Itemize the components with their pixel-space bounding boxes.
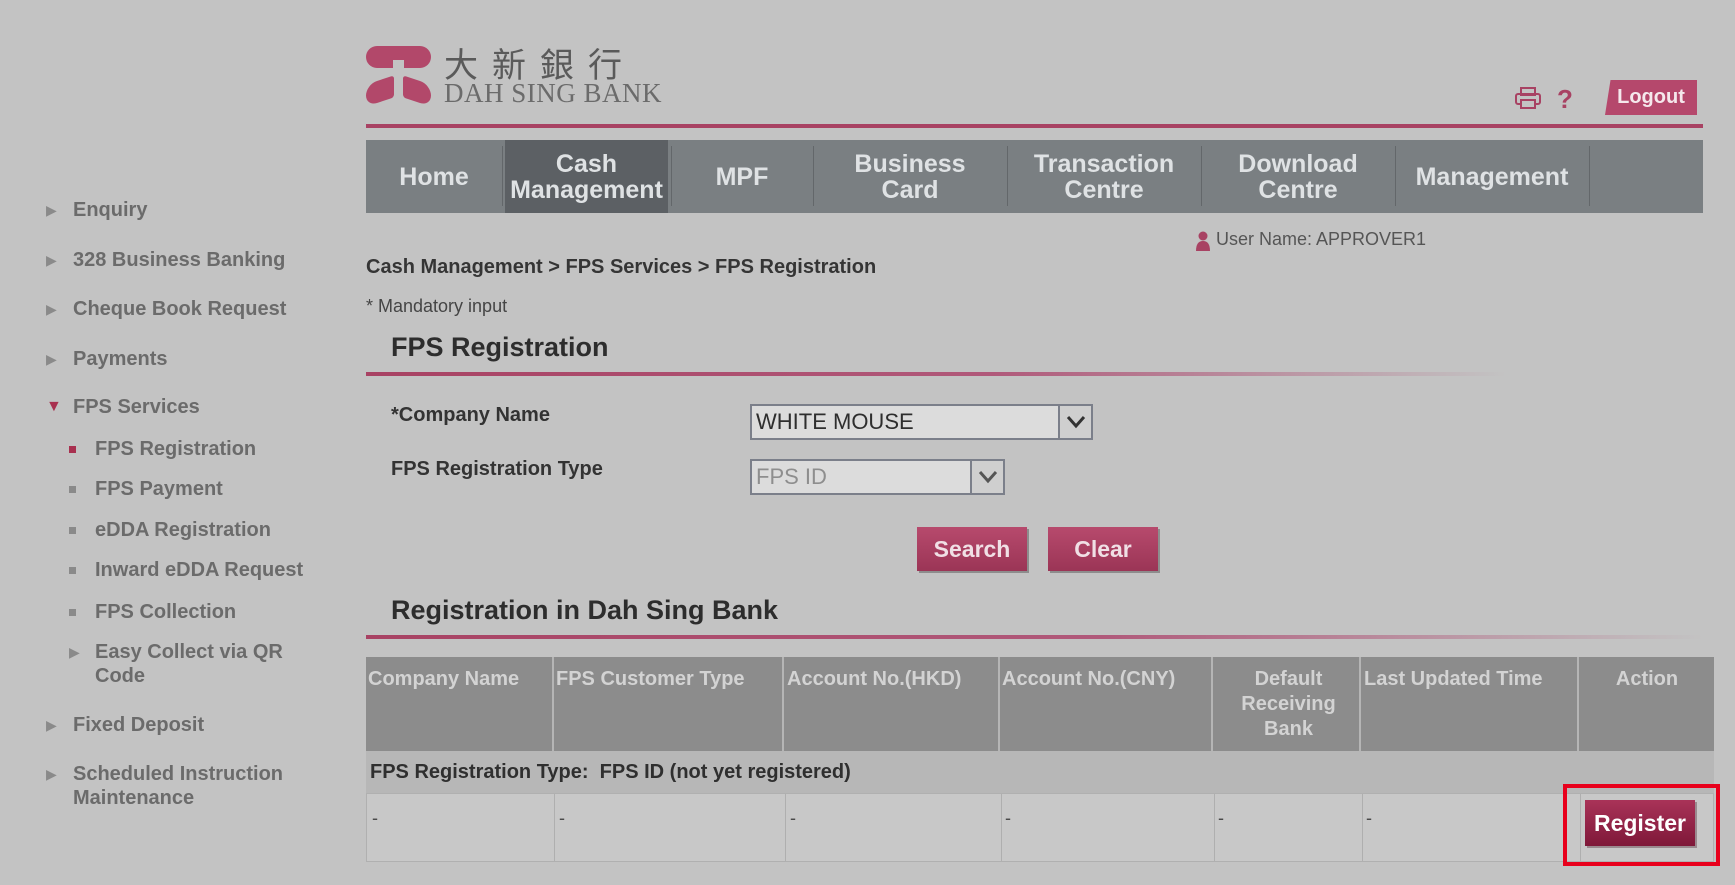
column-header: Account No.(HKD): [787, 668, 962, 690]
main-nav: Home Cash Management MPF Business Card T…: [366, 140, 1703, 213]
nav-label: Download Centre: [1238, 149, 1358, 204]
user-name: User Name: APPROVER1: [1216, 229, 1427, 249]
nav-home[interactable]: Home: [366, 140, 502, 213]
sidebar-item-328-business-banking[interactable]: ▶ 328 Business Banking: [46, 248, 326, 272]
bank-logo: 大新銀行 DAH SING BANK: [366, 40, 662, 108]
mandatory-note: * Mandatory input: [366, 296, 508, 316]
sidebar-subitem-easy-collect[interactable]: ▶ Easy Collect via QR Code: [69, 640, 329, 690]
cell-account-cny: -: [1005, 808, 1011, 828]
clear-button[interactable]: Clear: [1048, 527, 1158, 571]
sidebar-item-label: FPS Registration: [95, 438, 257, 460]
cell-fps-customer-type: -: [559, 808, 565, 828]
nav-label: Business Card: [854, 149, 966, 204]
section-divider: [366, 635, 1703, 639]
chevron-down-icon: [970, 461, 1003, 493]
registration-type-row-text: FPS Registration Type: FPS ID (not yet r…: [370, 761, 851, 783]
section-divider: [366, 372, 1506, 376]
sidebar-item-label: FPS Services: [73, 396, 200, 418]
company-name-value: WHITE MOUSE: [756, 409, 914, 434]
bullet-icon: [69, 527, 76, 534]
nav-label: Transaction Centre: [1033, 149, 1175, 204]
cell-account-hkd: -: [790, 808, 796, 828]
sidebar-item-scheduled-instruction[interactable]: ▶ Scheduled Instruction Maintenance: [46, 762, 326, 812]
sidebar-item-label: Fixed Deposit: [73, 714, 205, 736]
company-name-label: *Company Name: [391, 404, 550, 426]
sidebar-item-label: Easy Collect via QR Code: [95, 641, 283, 687]
bullet-icon: [69, 486, 76, 493]
sidebar-subitem-fps-registration[interactable]: FPS Registration: [69, 437, 329, 461]
chevron-right-icon: ▶: [69, 644, 80, 660]
section-title-registration: Registration in Dah Sing Bank: [391, 595, 779, 625]
header-divider: [366, 124, 1703, 128]
chevron-right-icon: ▶: [46, 766, 57, 782]
sidebar-item-fps-services[interactable]: ▼ FPS Services: [46, 395, 326, 419]
chevron-right-icon: ▶: [46, 202, 57, 218]
cell-company-name: -: [372, 808, 378, 828]
company-name-select[interactable]: WHITE MOUSE: [750, 404, 1093, 440]
chevron-down-icon: ▼: [46, 398, 62, 415]
cell-last-updated: -: [1366, 808, 1372, 828]
breadcrumb: Cash Management > FPS Services > FPS Reg…: [366, 256, 877, 278]
registration-type-value: FPS ID: [756, 464, 827, 489]
sidebar-item-label: 328 Business Banking: [73, 249, 286, 271]
results-table-header: Company Name FPS Customer Type Account N…: [366, 657, 1714, 751]
column-header: Action: [1615, 668, 1679, 690]
column-header: Account No.(CNY): [1002, 668, 1176, 690]
bullet-icon: [69, 567, 76, 574]
sidebar-subitem-fps-payment[interactable]: FPS Payment: [69, 477, 329, 501]
column-header: Default Receiving Bank: [1241, 668, 1336, 740]
sidebar-subitem-inward-edda-request[interactable]: Inward eDDA Request: [69, 558, 329, 582]
sidebar-item-label: FPS Collection: [95, 601, 237, 623]
cell-default-bank: -: [1218, 808, 1224, 828]
nav-label: Cash Management: [510, 149, 663, 204]
nav-management[interactable]: Management: [1397, 140, 1587, 213]
user-icon: [1196, 231, 1210, 251]
search-button[interactable]: Search: [917, 527, 1027, 571]
bullet-icon: [69, 609, 76, 616]
nav-cash-management[interactable]: Cash Management: [505, 140, 668, 213]
sidebar-item-label: Payments: [73, 348, 168, 370]
registration-type-row: FPS Registration Type: FPS ID (not yet r…: [366, 751, 1714, 793]
printer-icon: [1515, 87, 1541, 109]
column-header: FPS Customer Type: [556, 668, 745, 690]
nav-mpf[interactable]: MPF: [673, 140, 811, 213]
chevron-right-icon: ▶: [46, 301, 57, 317]
sidebar-subitem-edda-registration[interactable]: eDDA Registration: [69, 518, 329, 542]
column-header: Last Updated Time: [1364, 668, 1543, 690]
nav-business-card[interactable]: Business Card: [815, 140, 1005, 213]
chevron-right-icon: ▶: [46, 351, 57, 367]
sidebar-subitem-fps-collection[interactable]: FPS Collection: [69, 600, 329, 624]
sidebar-item-label: Enquiry: [73, 199, 148, 221]
registration-type-label: FPS Registration Type: [391, 458, 603, 480]
sidebar-item-enquiry[interactable]: ▶ Enquiry: [46, 198, 326, 222]
sidebar-item-payments[interactable]: ▶ Payments: [46, 347, 326, 371]
chevron-right-icon: ▶: [46, 252, 57, 268]
registration-type-select[interactable]: FPS ID: [750, 459, 1005, 495]
nav-download-centre[interactable]: Download Centre: [1203, 140, 1393, 213]
sidebar-item-fixed-deposit[interactable]: ▶ Fixed Deposit: [46, 713, 326, 737]
bullet-icon: [69, 446, 76, 453]
table-row: - - - - - -: [366, 793, 1714, 862]
sidebar-item-label: Cheque Book Request: [73, 298, 287, 320]
column-header: Company Name: [368, 668, 520, 690]
bank-name-english: DAH SING BANK: [444, 78, 663, 108]
section-title-fps-registration: FPS Registration: [391, 332, 609, 362]
register-button[interactable]: Register: [1585, 800, 1695, 846]
sidebar-item-label: Inward eDDA Request: [95, 559, 304, 581]
sidebar-item-label: eDDA Registration: [95, 519, 271, 541]
chevron-down-icon: [1058, 406, 1091, 438]
nav-transaction-centre[interactable]: Transaction Centre: [1009, 140, 1199, 213]
help-icon: ?: [1557, 84, 1573, 114]
sidebar-item-cheque-book-request[interactable]: ▶ Cheque Book Request: [46, 297, 326, 321]
sidebar-item-label: FPS Payment: [95, 478, 223, 500]
help-button[interactable]: ?: [1557, 84, 1573, 115]
logo-mark-icon: [366, 40, 431, 107]
chevron-right-icon: ▶: [46, 717, 57, 733]
print-button[interactable]: [1514, 86, 1542, 110]
sidebar-item-label: Scheduled Instruction Maintenance: [73, 763, 284, 809]
logout-button[interactable]: Logout: [1605, 80, 1697, 115]
